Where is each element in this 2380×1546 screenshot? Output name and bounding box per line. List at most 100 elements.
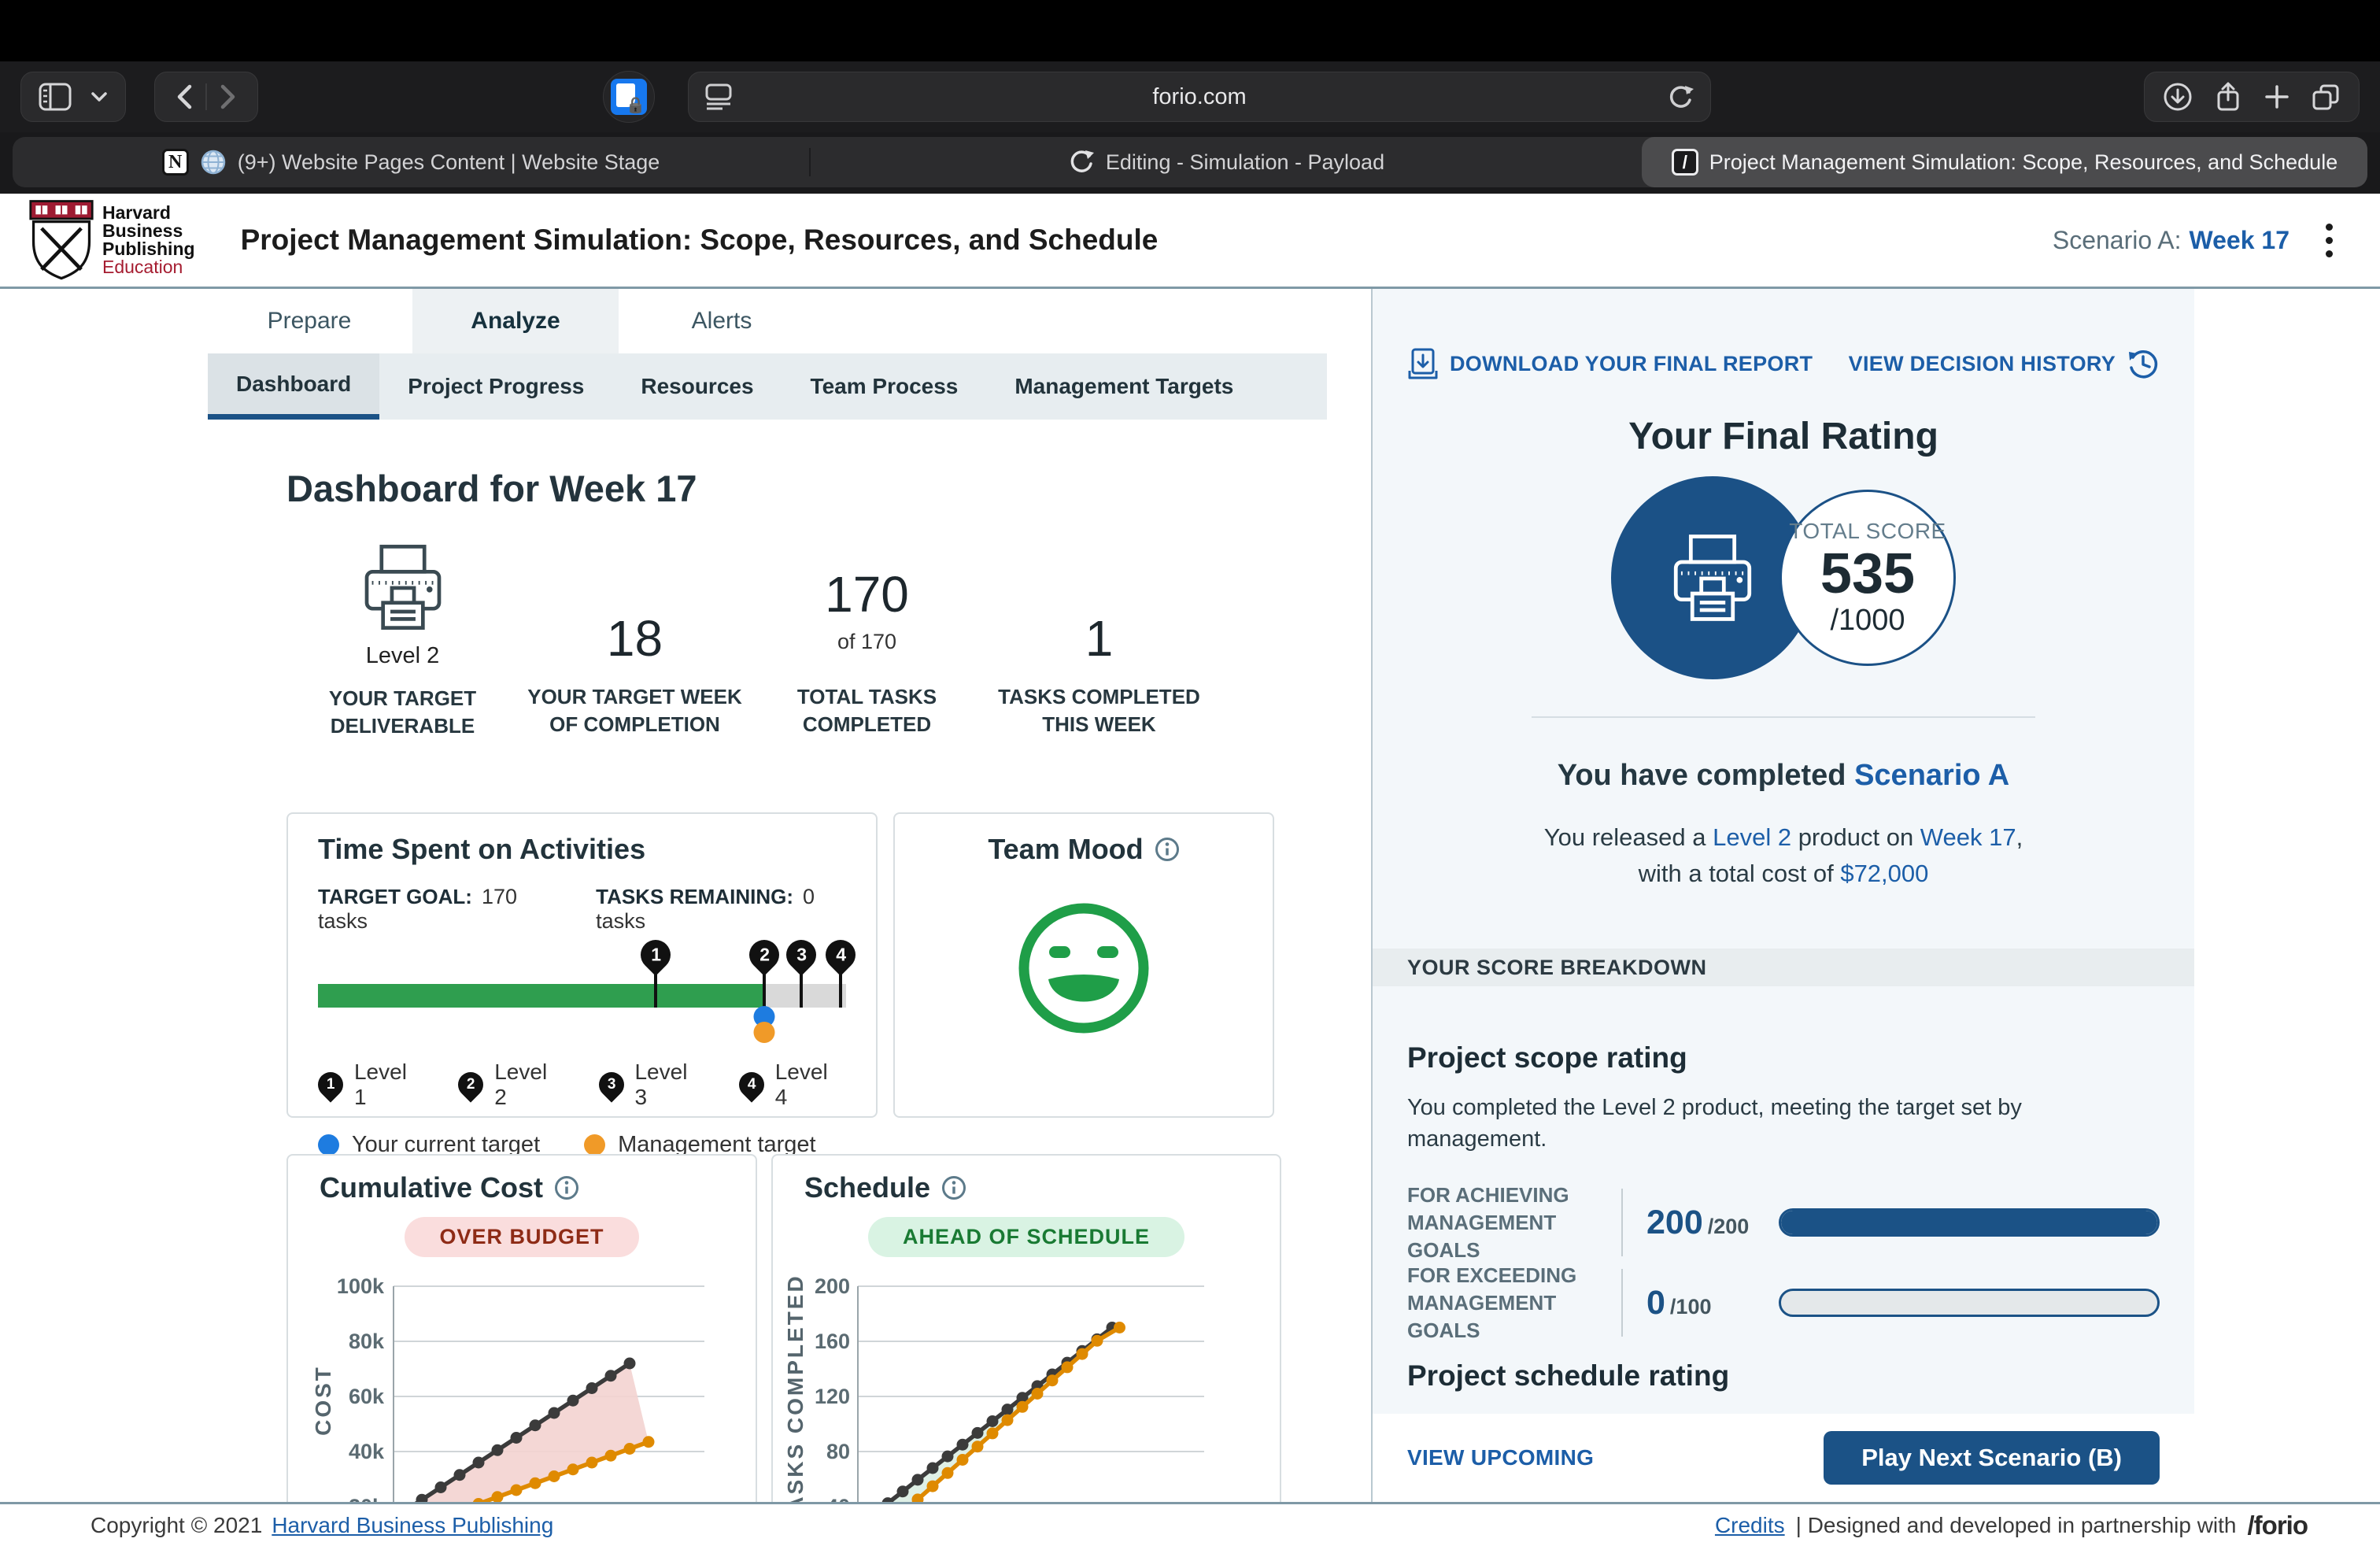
- metric-value: Level 2: [366, 643, 440, 669]
- downloads-button[interactable]: [2153, 72, 2203, 122]
- metric-caption: TASKS COMPLETEDTHIS WEEK: [998, 683, 1200, 740]
- progress-track: [318, 984, 846, 1008]
- macos-menubar: [0, 0, 2380, 61]
- completed-heading: You have completed Scenario A: [1407, 759, 2160, 793]
- sidebar-chevron-button[interactable]: [81, 72, 117, 122]
- browser-tab-2[interactable]: Editing - Simulation - Payload: [811, 137, 1642, 187]
- metric-value: 18: [607, 609, 663, 668]
- download-final-report-link[interactable]: DOWNLOAD YOUR FINAL REPORT: [1407, 347, 1813, 380]
- extension-button[interactable]: [603, 71, 655, 123]
- url-text: forio.com: [689, 84, 1710, 110]
- metric-subvalue: of 170: [837, 630, 896, 654]
- pin-icon: 3: [593, 1067, 629, 1102]
- info-icon[interactable]: [554, 1175, 579, 1200]
- metric-total-tasks: 170 of 170 TOTAL TASKSCOMPLETED: [751, 551, 983, 740]
- divider: [1532, 716, 2035, 718]
- info-icon[interactable]: [941, 1175, 966, 1200]
- play-next-scenario-button[interactable]: Play Next Scenario (B): [1824, 1431, 2160, 1485]
- partnership-text: | Designed and developed in partnership …: [1796, 1513, 2237, 1538]
- dashboard-title: Dashboard for Week 17: [286, 467, 1327, 510]
- subtab-resources[interactable]: Resources: [612, 353, 782, 420]
- tasks-remaining: TASKS REMAINING:0 tasks: [596, 885, 846, 934]
- tab-analyze[interactable]: Analyze: [412, 289, 619, 353]
- metric-caption: YOUR TARGETDELIVERABLE: [329, 685, 476, 740]
- pin-icon: 1: [312, 1067, 348, 1102]
- site-header: Harvard Business Publishing Education Pr…: [0, 194, 2380, 289]
- browser-tab-label: (9+) Website Pages Content | Website Sta…: [238, 150, 660, 175]
- hbp-footer-link[interactable]: Harvard Business Publishing: [272, 1513, 553, 1538]
- tab-prepare[interactable]: Prepare: [206, 289, 412, 353]
- share-button[interactable]: [2203, 72, 2253, 122]
- browser-tab-label: Project Management Simulation: Scope, Re…: [1709, 150, 2338, 175]
- divider: [1621, 1269, 1623, 1337]
- svg-text:60k: 60k: [349, 1385, 385, 1408]
- notion-icon: N: [162, 149, 189, 176]
- score-row-value: 0/100: [1646, 1284, 1779, 1322]
- subtab-dashboard[interactable]: Dashboard: [208, 353, 379, 420]
- sync-icon: [1068, 149, 1095, 176]
- svg-text:COST: COST: [311, 1365, 335, 1436]
- subtab-team-process[interactable]: Team Process: [782, 353, 987, 420]
- view-decision-history-link[interactable]: VIEW DECISION HISTORY: [1849, 347, 2160, 380]
- svg-text:200: 200: [815, 1274, 850, 1298]
- tab-alerts[interactable]: Alerts: [619, 289, 825, 353]
- svg-text:20k: 20k: [349, 1495, 385, 1502]
- metric-target-deliverable: Level 2 YOUR TARGETDELIVERABLE: [286, 551, 519, 740]
- svg-text:120: 120: [815, 1385, 850, 1408]
- tabs-icon: [2310, 81, 2341, 113]
- score-bar: [1779, 1289, 2160, 1317]
- subtab-management-targets[interactable]: Management Targets: [986, 353, 1262, 420]
- main-area: Prepare Analyze Alerts Dashboard Project…: [0, 289, 1373, 1502]
- scope-rating-title: Project scope rating: [1407, 1041, 2160, 1074]
- reader-icon[interactable]: [704, 83, 733, 111]
- happy-mood-icon: [1013, 897, 1155, 1039]
- forward-button[interactable]: [207, 72, 249, 122]
- metrics-row: Level 2 YOUR TARGETDELIVERABLE 18 YOUR T…: [286, 551, 1215, 740]
- info-icon[interactable]: [1155, 837, 1180, 862]
- metric-caption: YOUR TARGET WEEKOF COMPLETION: [527, 683, 742, 740]
- scenario-week-value: Week 17: [2190, 226, 2290, 255]
- subtab-project-progress[interactable]: Project Progress: [379, 353, 612, 420]
- back-icon: [172, 81, 196, 113]
- back-button[interactable]: [163, 72, 205, 122]
- download-icon: [2162, 81, 2193, 113]
- hbp-logo-text: Harvard Business Publishing Education: [102, 204, 195, 276]
- new-tab-button[interactable]: [2253, 72, 2301, 122]
- target-goal: TARGET GOAL:170 tasks: [318, 885, 550, 934]
- legend-item: 4Level 4: [739, 1060, 846, 1110]
- browser-tabstrip: N (9+) Website Pages Content | Website S…: [0, 132, 2380, 194]
- divider: [1621, 1189, 1623, 1256]
- sidebar-toggle-button[interactable]: [29, 72, 81, 122]
- mood-card-title: Team Mood: [988, 833, 1143, 866]
- level-pin: 4: [819, 934, 862, 976]
- progress-fill: [318, 984, 764, 1008]
- legend-item: 2Level 2: [458, 1060, 565, 1110]
- svg-text:TASKS COMPLETED: TASKS COMPLETED: [783, 1274, 808, 1502]
- schedule-card-title: Schedule: [804, 1171, 930, 1204]
- score-bar: [1779, 1208, 2160, 1237]
- scenario-a-link[interactable]: Scenario A: [1854, 759, 2009, 792]
- forio-favicon: /: [1672, 149, 1698, 176]
- history-clock-icon: [2127, 347, 2160, 380]
- browser-tab-3-active[interactable]: / Project Management Simulation: Scope, …: [1642, 137, 2367, 187]
- score-row-achieving: FOR ACHIEVINGMANAGEMENT GOALS 200/200: [1407, 1186, 2160, 1259]
- legend-item: 3Level 3: [599, 1060, 706, 1110]
- tab-overview-button[interactable]: [2301, 72, 2351, 122]
- view-upcoming-link[interactable]: VIEW UPCOMING: [1407, 1445, 1594, 1470]
- url-bar[interactable]: forio.com: [688, 72, 1711, 122]
- time-spent-card: Time Spent on Activities TARGET GOAL:170…: [286, 812, 878, 1118]
- credits-link[interactable]: Credits: [1715, 1513, 1785, 1538]
- globe-icon: [200, 149, 227, 176]
- printer-icon: [355, 539, 451, 635]
- password-extension-icon: [611, 79, 647, 115]
- scenario-label: Scenario A:: [2053, 226, 2182, 255]
- browser-tab-1[interactable]: N (9+) Website Pages Content | Website S…: [13, 137, 809, 187]
- kebab-menu-icon[interactable]: [2326, 224, 2333, 257]
- score-row-exceeding: FOR EXCEEDINGMANAGEMENT GOALS 0/100: [1407, 1267, 2160, 1339]
- chevron-down-icon: [91, 91, 108, 103]
- svg-text:40k: 40k: [349, 1440, 385, 1463]
- right-gutter: [2194, 289, 2380, 1502]
- refresh-icon[interactable]: [1666, 83, 1694, 111]
- secondary-tabs: Dashboard Project Progress Resources Tea…: [208, 353, 1327, 420]
- metric-caption: TOTAL TASKSCOMPLETED: [797, 683, 937, 740]
